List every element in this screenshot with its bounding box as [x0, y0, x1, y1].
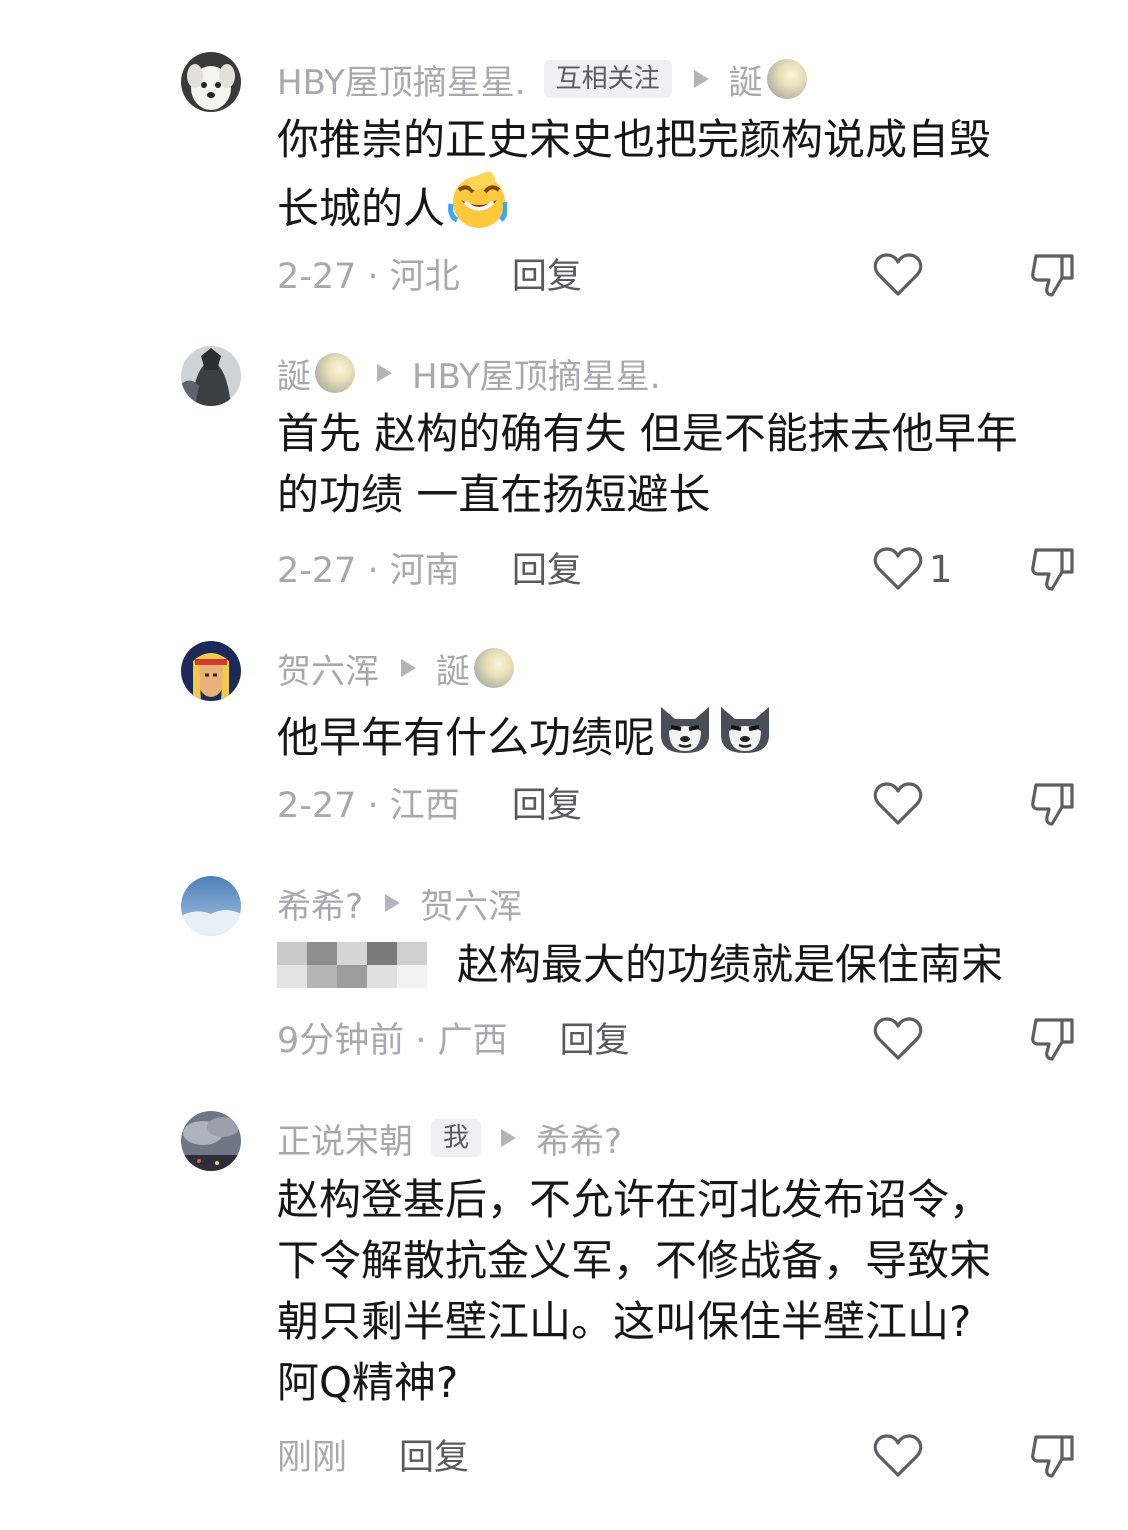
date-location: 刚刚 — [277, 1437, 348, 1478]
thumbs-down-icon — [1031, 1435, 1074, 1478]
comment-text-segment: 赵构最大的功绩就是保住南宋 — [457, 940, 1004, 989]
like-button[interactable] — [873, 781, 923, 827]
thumbs-down-icon — [1031, 548, 1074, 591]
reply-arrow-icon — [501, 1129, 517, 1147]
comment-footer: 刚刚 回复 — [277, 1429, 469, 1479]
comment-text-line: 朝只剩半壁江山。这叫保住半壁江山? — [277, 1297, 972, 1346]
comment-footer: 2-27 · 河北 回复 — [277, 248, 582, 298]
self-badge: 我 — [431, 1119, 482, 1157]
username[interactable]: 誕 — [277, 349, 311, 398]
username[interactable]: HBY屋顶摘星星. — [277, 55, 526, 104]
heart-outline-icon — [873, 1017, 923, 1060]
dislike-button[interactable] — [1030, 1433, 1076, 1483]
reply-to-username[interactable]: 誕 — [729, 55, 763, 104]
reply-arrow-icon — [377, 364, 392, 382]
comment-text-segment: 他早年有什么功绩呢 — [277, 712, 656, 762]
reply-to-username[interactable]: 希希? — [536, 1114, 622, 1163]
like-button[interactable] — [873, 1433, 923, 1479]
comment-footer: 2-27 · 江西 回复 — [277, 777, 582, 827]
comment-footer: 2-27 · 河南 回复 — [277, 542, 582, 592]
thumbs-down-icon — [1031, 1018, 1074, 1061]
comment-text: 他早年有什么功绩呢 — [277, 701, 1077, 773]
comment-text-segment: 长城的人 — [277, 183, 446, 233]
like-count: 1 — [929, 547, 953, 591]
heart-outline-icon — [873, 547, 923, 590]
moon-emoji-icon — [474, 648, 514, 688]
avatar[interactable] — [181, 641, 241, 701]
comment-text-line: 首先 赵构的确有失 但是不能抹去他早年 — [277, 409, 1018, 458]
laugh-cry-emoji-icon — [447, 170, 509, 246]
date-location: 2-27 · 江西 — [277, 785, 460, 826]
reply-arrow-icon — [401, 659, 416, 677]
moon-emoji-icon — [315, 353, 355, 393]
comment-meta: HBY屋顶摘星星. 互相关注 誕 — [277, 54, 807, 104]
comment-text-line: 长城的人 — [277, 170, 1077, 246]
comment-meta: 贺六浑 誕 — [277, 643, 514, 693]
date-location: 2-27 · 河北 — [277, 256, 460, 297]
avatar[interactable] — [181, 52, 241, 112]
reply-to-username[interactable]: 誕 — [436, 644, 470, 693]
dislike-button[interactable] — [1030, 1016, 1076, 1066]
comment-text-line: 他早年有什么功绩呢 — [277, 701, 1077, 773]
heart-outline-icon — [873, 782, 923, 825]
dislike-button[interactable] — [1030, 781, 1076, 831]
comment-meta: 誕 HBY屋顶摘星星. — [277, 348, 661, 398]
comment-text-line: 你推崇的正史宋史也把完颜构说成自毁 — [277, 115, 992, 164]
avatar[interactable] — [181, 876, 241, 936]
reply-button[interactable]: 回复 — [512, 542, 582, 593]
thumbs-down-icon — [1031, 254, 1074, 297]
reply-to-username[interactable]: 贺六浑 — [420, 879, 522, 928]
comment-text-line: 的功绩 一直在扬短避长 — [277, 470, 711, 519]
username[interactable]: 希希? — [277, 879, 363, 928]
thumbs-down-icon — [1031, 783, 1074, 826]
dislike-button[interactable] — [1030, 252, 1076, 302]
date-location: 9分钟前 · 广西 — [277, 1020, 508, 1061]
comment-meta: 正说宋朝 我 希希? — [277, 1113, 622, 1163]
reply-button[interactable]: 回复 — [512, 248, 582, 299]
dislike-button[interactable] — [1030, 546, 1076, 596]
mutual-follow-badge: 互相关注 — [543, 60, 672, 98]
comment-text-line: 赵构最大的功绩就是保住南宋 — [277, 934, 1077, 995]
reply-arrow-icon — [385, 894, 401, 912]
reply-button[interactable]: 回复 — [399, 1429, 469, 1480]
moon-emoji-icon — [766, 59, 807, 99]
like-button[interactable] — [873, 1016, 923, 1062]
avatar[interactable] — [181, 1111, 241, 1171]
smirking-dog-emoji-icon — [655, 701, 715, 773]
comment-text: 赵构最大的功绩就是保住南宋 — [277, 934, 1077, 995]
smirking-dog-emoji-icon — [715, 701, 775, 773]
comment-footer: 9分钟前 · 广西 回复 — [277, 1012, 630, 1062]
comment-text: 赵构登基后，不允许在河北发布诏令， 下令解散抗金义军，不修战备，导致宋 朝只剩半… — [277, 1169, 1077, 1413]
comment-text-line: 下令解散抗金义军，不修战备，导致宋 — [277, 1236, 992, 1285]
comment-text-line: 赵构登基后，不允许在河北发布诏令， — [277, 1175, 992, 1224]
heart-outline-icon — [873, 1434, 923, 1477]
like-button[interactable] — [873, 252, 923, 298]
like-button[interactable]: 1 — [873, 546, 953, 592]
comment-text: 你推崇的正史宋史也把完颜构说成自毁 长城的人 — [277, 109, 1077, 246]
avatar[interactable] — [181, 346, 241, 406]
reply-button[interactable]: 回复 — [512, 777, 582, 828]
reply-arrow-icon — [693, 70, 709, 88]
username[interactable]: 贺六浑 — [277, 644, 379, 693]
comment-text: 首先 赵构的确有失 但是不能抹去他早年 的功绩 一直在扬短避长 — [277, 403, 1077, 525]
reply-to-username[interactable]: HBY屋顶摘星星. — [412, 349, 661, 398]
comment-meta: 希希? 贺六浑 — [277, 878, 522, 928]
pixelated-redaction — [277, 941, 427, 988]
username[interactable]: 正说宋朝 — [277, 1114, 413, 1163]
comment-text-line: 阿Q精神? — [277, 1358, 459, 1407]
reply-button[interactable]: 回复 — [560, 1012, 630, 1063]
date-location: 2-27 · 河南 — [277, 550, 460, 591]
heart-outline-icon — [873, 253, 923, 296]
